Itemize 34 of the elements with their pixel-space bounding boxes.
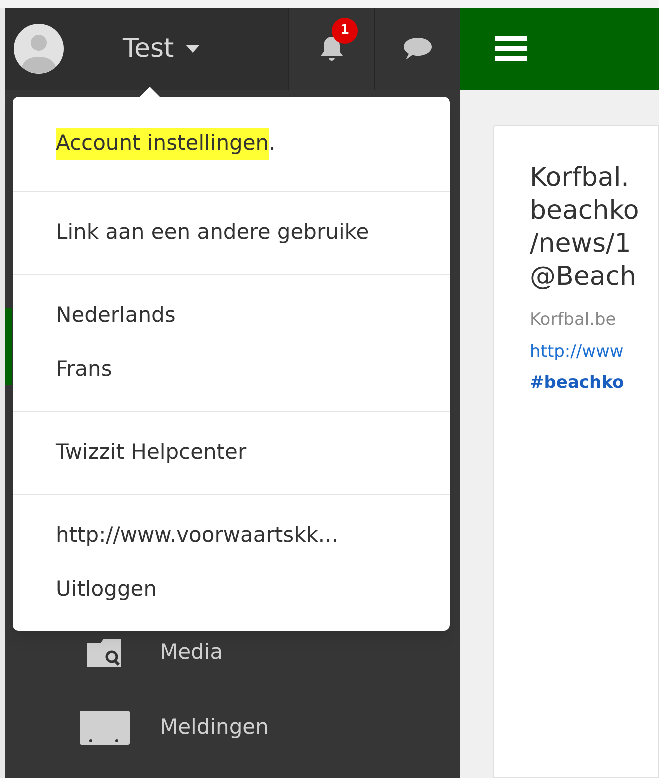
post-link[interactable]: http://www (530, 340, 658, 365)
dropdown-item[interactable]: Nederlands (13, 289, 450, 343)
item-label: Uitloggen (56, 576, 158, 604)
item-label: Nederlands (56, 302, 176, 330)
item-label: Account instellingen (56, 128, 270, 160)
dropdown-item[interactable]: Account instellingen. (13, 117, 450, 171)
user-menu-button[interactable]: Test (123, 30, 200, 68)
post-title-line: /news/1 (530, 228, 632, 261)
sidebar-item[interactable]: Media (12, 633, 460, 673)
messages-button[interactable] (374, 8, 460, 90)
notification-badge: 1 (332, 18, 358, 44)
menu-icon[interactable] (495, 36, 527, 62)
post-title-line: @Beach (530, 261, 638, 294)
dropdown-item[interactable]: Link aan een andere gebruike (13, 206, 450, 260)
bell-icon (318, 35, 344, 63)
item-label: Twizzit Helpcenter (56, 439, 247, 466)
speech-bubble-icon (402, 37, 432, 61)
notifications-button[interactable]: 1 (288, 8, 374, 90)
item-label: Link aan een andere gebruike (56, 219, 370, 246)
item-suffix: . (269, 130, 276, 158)
dropdown-item[interactable]: http://www.voorwaartskk... (13, 509, 450, 563)
dropdown-item[interactable]: Uitloggen (13, 563, 450, 617)
post-title-line: beachko (530, 195, 640, 228)
item-label: Frans (56, 356, 112, 384)
item-label: http://www.voorwaartskk... (56, 522, 338, 550)
dropdown-item[interactable]: Twizzit Helpcenter (13, 426, 450, 480)
avatar-icon (13, 23, 65, 75)
post-title-line: Korfbal. (530, 162, 630, 195)
post-source: Korfbal.be (530, 309, 618, 332)
sidebar-item[interactable]: Meldingen (12, 708, 460, 748)
hashtag-link[interactable]: #beachko (530, 371, 658, 396)
board-icon (79, 710, 131, 746)
caret-icon (186, 45, 200, 53)
dropdown-item[interactable]: Frans (13, 343, 450, 397)
